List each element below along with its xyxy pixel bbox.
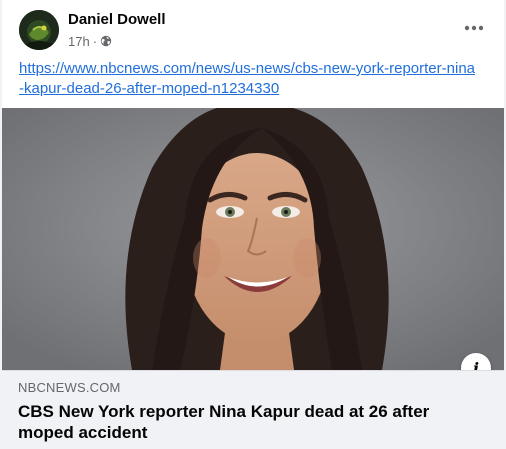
link-domain: NBCNEWS.COM <box>18 380 121 395</box>
author-name[interactable]: Daniel Dowell <box>68 11 166 28</box>
avatar-image <box>19 10 59 50</box>
link-preview-image[interactable]: i <box>2 108 504 370</box>
post-time[interactable]: 17h <box>68 34 90 49</box>
link-preview-footer[interactable]: NBCNEWS.COM CBS New York reporter Nina K… <box>2 370 504 449</box>
post-card: Daniel Dowell 17h · https://www.nbcnews. <box>2 0 504 449</box>
post-text: https://www.nbcnews.com/news/us-news/cbs… <box>19 59 479 99</box>
post-link[interactable]: https://www.nbcnews.com/news/us-news/cbs… <box>19 60 475 97</box>
link-headline[interactable]: CBS New York reporter Nina Kapur dead at… <box>18 401 488 443</box>
post-header: Daniel Dowell 17h · <box>2 0 504 56</box>
more-horizontal-icon <box>464 25 484 31</box>
post-meta: 17h · <box>68 33 112 49</box>
avatar[interactable] <box>19 10 59 50</box>
info-icon: i <box>472 358 480 371</box>
globe-icon[interactable] <box>100 35 112 47</box>
more-options-button[interactable] <box>458 12 490 44</box>
meta-separator: · <box>92 33 98 49</box>
portrait-photo <box>2 108 504 370</box>
